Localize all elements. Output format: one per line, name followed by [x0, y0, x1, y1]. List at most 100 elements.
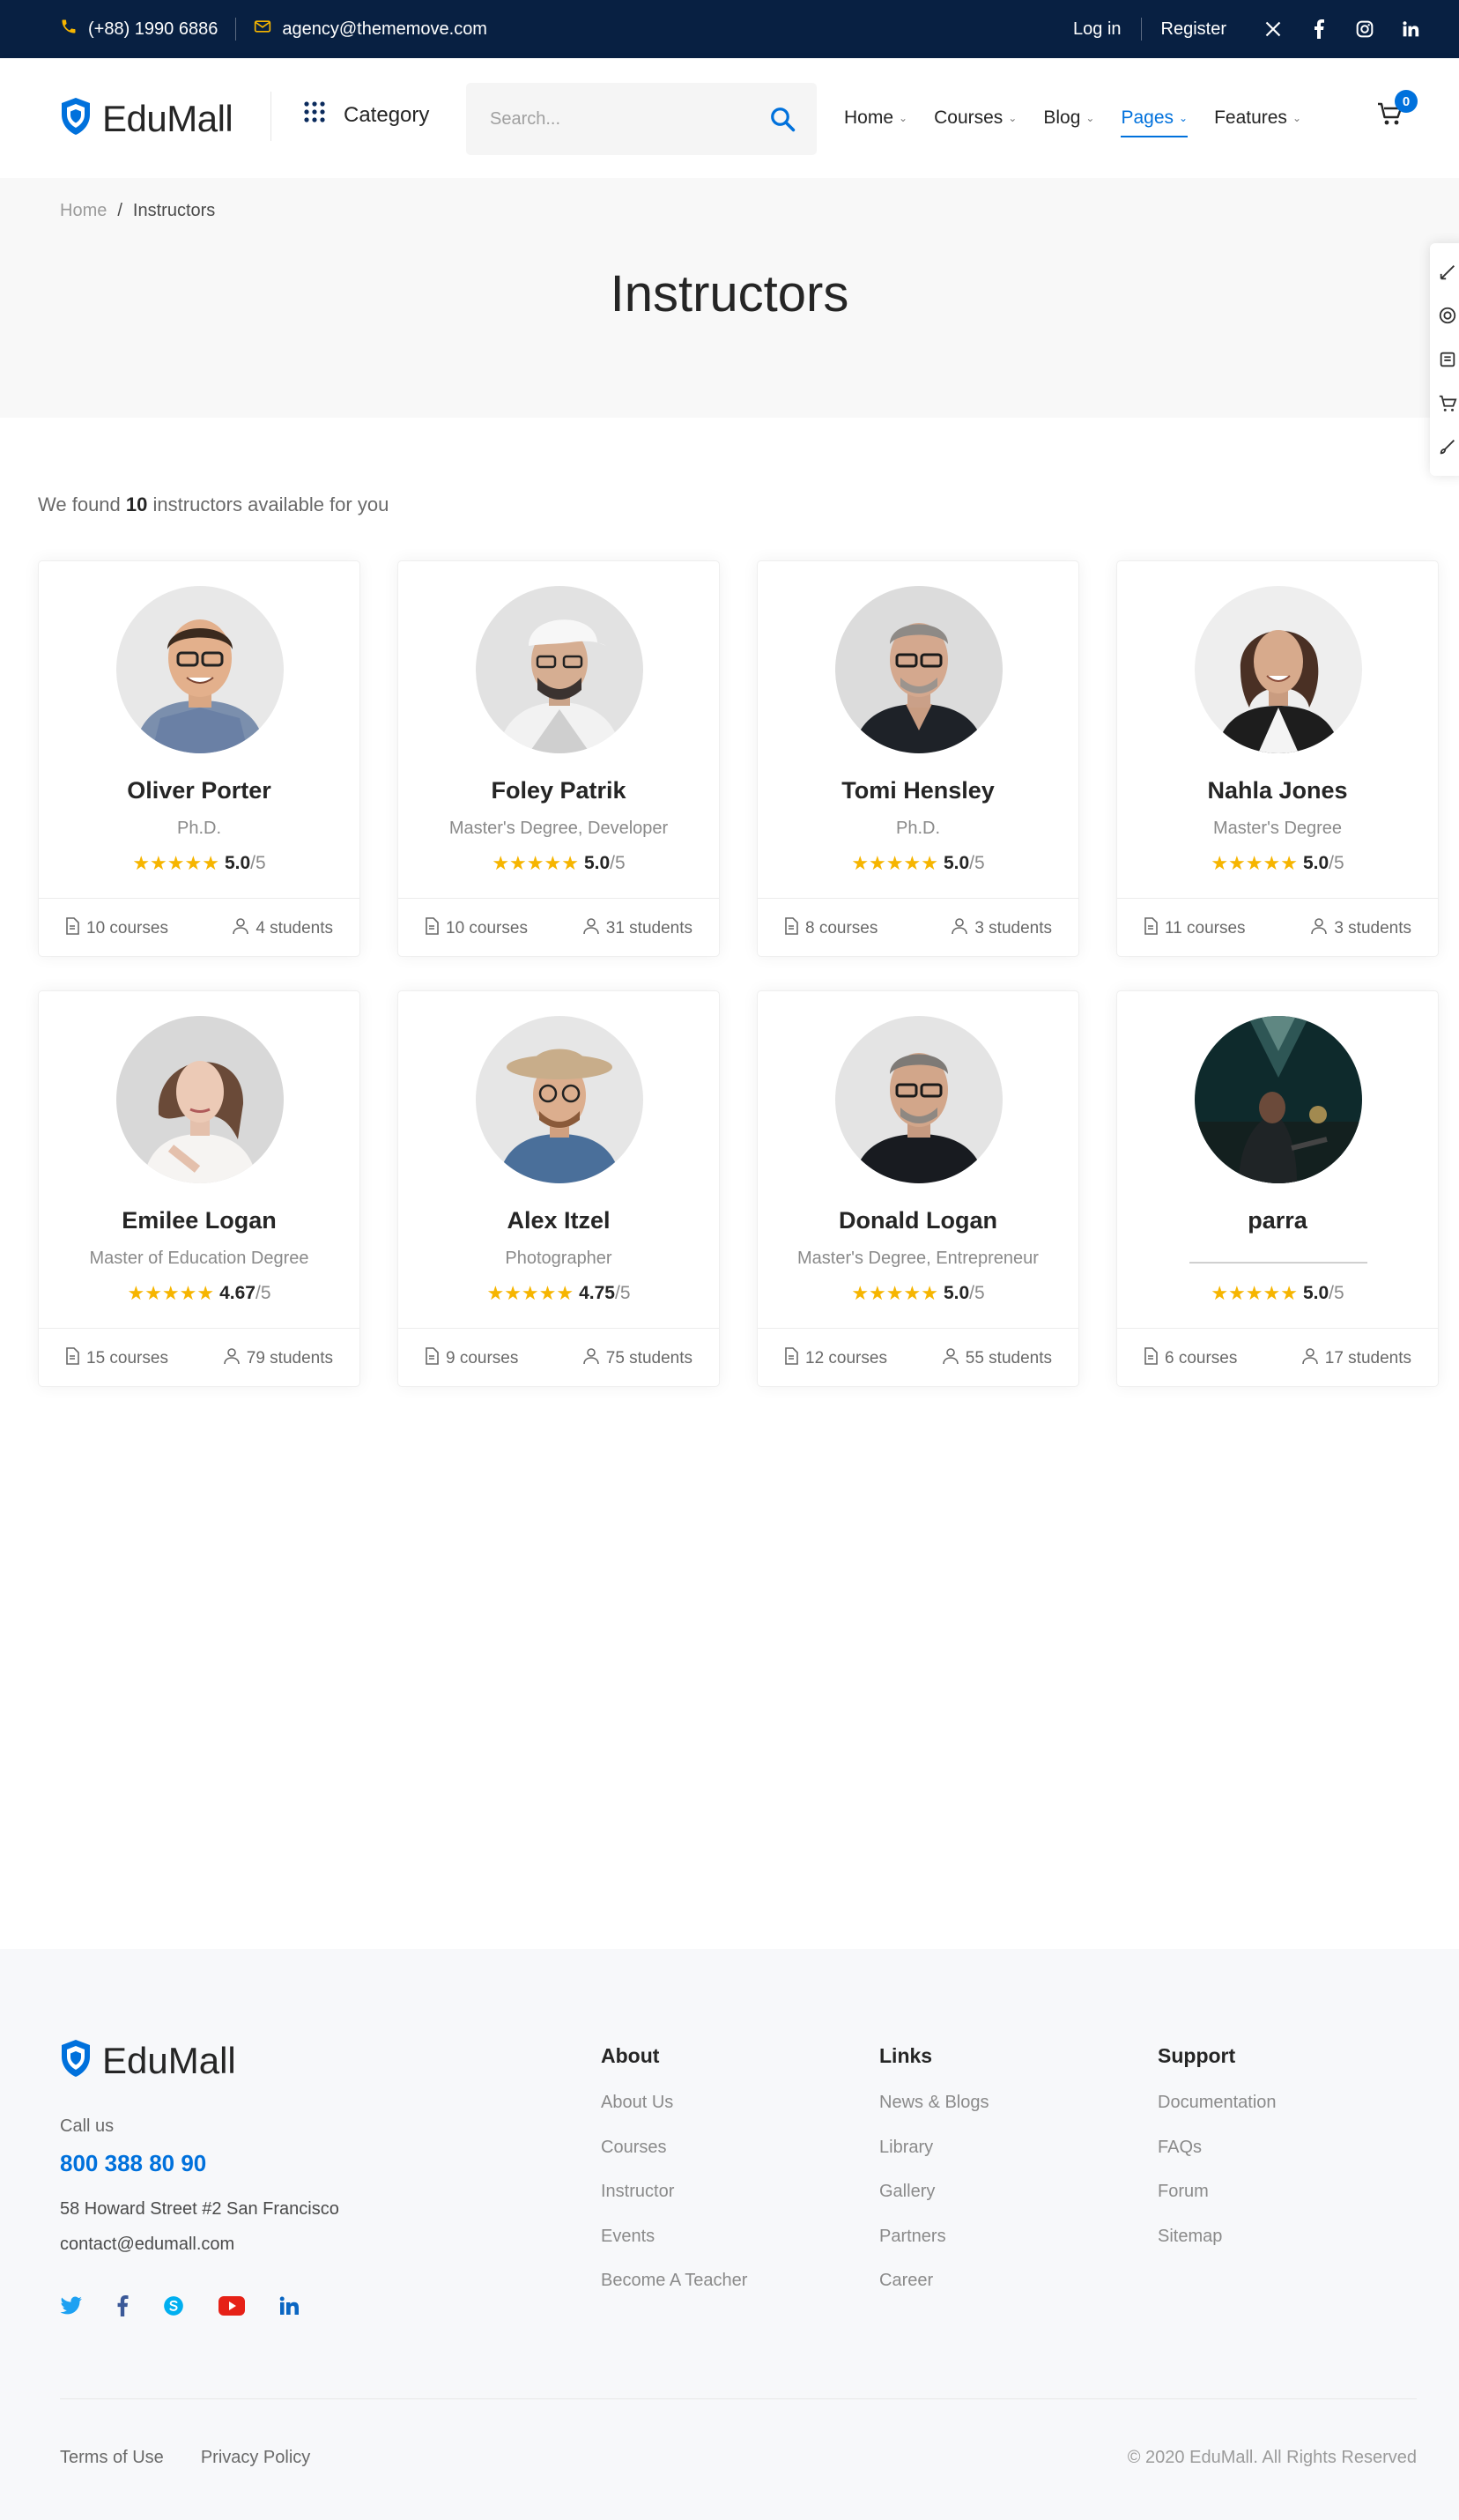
footer-link[interactable]: Gallery: [879, 2182, 989, 2227]
brand-logo[interactable]: EduMall: [60, 97, 233, 140]
avatar[interactable]: [476, 586, 643, 753]
nav-home[interactable]: Home ⌄: [844, 107, 907, 129]
instructor-card[interactable]: Oliver Porter Ph.D. ★★★★★ 5.0/5 10 cours…: [38, 560, 360, 957]
nav-features-label: Features: [1214, 107, 1287, 128]
footer-link[interactable]: Become A Teacher: [601, 2271, 747, 2316]
instructor-name[interactable]: Nahla Jones: [1117, 777, 1438, 804]
instructor-name[interactable]: Foley Patrik: [398, 777, 719, 804]
instructor-card[interactable]: Foley Patrik Master's Degree, Developer …: [397, 560, 720, 957]
instructor-card[interactable]: Alex Itzel Photographer ★★★★★ 4.75/5 9 c…: [397, 990, 720, 1387]
instructor-rating: ★★★★★ 4.75/5: [398, 1282, 719, 1305]
footer-brand-logo[interactable]: EduMall: [60, 2039, 236, 2082]
youtube-icon[interactable]: [218, 2296, 245, 2320]
footer-link[interactable]: FAQs: [1158, 2138, 1277, 2183]
user-icon: [223, 1347, 240, 1370]
star-rating-icon: ★★★★★: [851, 1282, 938, 1304]
avatar[interactable]: [1195, 586, 1362, 753]
document-icon[interactable]: [1438, 350, 1457, 369]
register-link[interactable]: Register: [1161, 19, 1226, 40]
instructor-name[interactable]: parra: [1117, 1207, 1438, 1234]
footer-link[interactable]: Career: [879, 2271, 989, 2316]
courses-count-text: 10 courses: [86, 918, 168, 938]
category-menu-button[interactable]: Category: [303, 100, 429, 130]
grid-icon: [303, 100, 326, 130]
students-count-text: 55 students: [965, 1348, 1052, 1367]
courses-count-text: 9 courses: [446, 1348, 519, 1367]
instructor-card[interactable]: parra ★★★★★ 5.0/5 6 courses 17 students: [1116, 990, 1439, 1387]
login-link[interactable]: Log in: [1073, 19, 1122, 40]
footer-link[interactable]: Instructor: [601, 2182, 747, 2227]
footer-link[interactable]: Courses: [601, 2138, 747, 2183]
linkedin-icon[interactable]: [1401, 19, 1420, 39]
instructor-card[interactable]: Nahla Jones Master's Degree ★★★★★ 5.0/5 …: [1116, 560, 1439, 957]
nav-features[interactable]: Features ⌄: [1214, 107, 1301, 129]
facebook-icon[interactable]: [1309, 19, 1329, 39]
avatar[interactable]: [835, 586, 1003, 753]
star-rating-icon: ★★★★★: [132, 852, 219, 874]
phone-contact[interactable]: (+88) 1990 6886: [60, 18, 218, 41]
courses-count: 15 courses: [65, 1346, 168, 1370]
breadcrumb-home[interactable]: Home: [60, 201, 107, 220]
user-icon: [952, 917, 968, 940]
instructor-name[interactable]: Emilee Logan: [39, 1207, 359, 1234]
cart-button[interactable]: 0: [1377, 90, 1418, 129]
footer-email[interactable]: contact@edumall.com: [60, 2235, 234, 2255]
brand-name: EduMall: [102, 97, 233, 139]
avatar[interactable]: [1195, 1016, 1362, 1183]
avatar[interactable]: [116, 1016, 284, 1183]
twitter-icon[interactable]: [60, 2296, 83, 2320]
nav-pages[interactable]: Pages ⌄: [1121, 107, 1188, 137]
cart-icon[interactable]: [1438, 394, 1457, 413]
footer-links-column: Links News & Blogs Library Gallery Partn…: [879, 2044, 989, 2316]
students-count: 55 students: [942, 1347, 1052, 1370]
instructor-name[interactable]: Tomi Hensley: [758, 777, 1078, 804]
privacy-link[interactable]: Privacy Policy: [201, 2448, 310, 2468]
facebook-icon[interactable]: [116, 2295, 129, 2321]
students-count-text: 4 students: [256, 918, 333, 938]
terms-link[interactable]: Terms of Use: [60, 2448, 164, 2468]
brush-icon[interactable]: [1438, 437, 1457, 456]
nav-courses[interactable]: Courses ⌄: [934, 107, 1017, 129]
linkedin-icon[interactable]: [278, 2295, 300, 2321]
instructor-name[interactable]: Oliver Porter: [39, 777, 359, 804]
instructor-card[interactable]: Donald Logan Master's Degree, Entreprene…: [757, 990, 1079, 1387]
email-contact[interactable]: agency@thememove.com: [254, 19, 487, 40]
students-count: 17 students: [1301, 1347, 1411, 1370]
avatar[interactable]: [835, 1016, 1003, 1183]
footer-link[interactable]: About Us: [601, 2093, 747, 2138]
nav-blog[interactable]: Blog ⌄: [1043, 107, 1094, 129]
avatar[interactable]: [116, 586, 284, 753]
instructor-degree: Master's Degree: [1212, 819, 1343, 838]
file-icon: [425, 1346, 439, 1370]
courses-count-text: 8 courses: [805, 918, 878, 938]
results-count-text: We found 10 instructors available for yo…: [38, 493, 389, 516]
instructor-rating: ★★★★★ 5.0/5: [398, 852, 719, 875]
footer-social-links: [60, 2294, 300, 2322]
shield-logo-icon: [60, 97, 92, 140]
avatar[interactable]: [476, 1016, 643, 1183]
instructor-card[interactable]: Emilee Logan Master of Education Degree …: [38, 990, 360, 1387]
x-icon[interactable]: [1263, 19, 1283, 39]
instagram-icon[interactable]: [1355, 19, 1374, 39]
pen-ruler-icon[interactable]: [1438, 263, 1457, 282]
user-icon: [1301, 1347, 1318, 1370]
footer-link[interactable]: Library: [879, 2138, 989, 2183]
footer-phone[interactable]: 800 388 80 90: [60, 2150, 206, 2177]
footer-link[interactable]: Documentation: [1158, 2093, 1277, 2138]
search-icon[interactable]: [769, 106, 796, 137]
email-address: agency@thememove.com: [282, 19, 487, 39]
instructor-card[interactable]: Tomi Hensley Ph.D. ★★★★★ 5.0/5 8 courses…: [757, 560, 1079, 957]
footer-link[interactable]: News & Blogs: [879, 2093, 989, 2138]
file-icon: [784, 916, 798, 940]
divider: [270, 92, 271, 141]
skype-icon[interactable]: [162, 2294, 185, 2322]
footer-link[interactable]: Events: [601, 2227, 747, 2272]
instructor-name[interactable]: Donald Logan: [758, 1207, 1078, 1234]
search-input[interactable]: [466, 83, 757, 155]
footer-link[interactable]: Sitemap: [1158, 2227, 1277, 2272]
instructor-rating: ★★★★★ 5.0/5: [758, 1282, 1078, 1305]
instructor-name[interactable]: Alex Itzel: [398, 1207, 719, 1234]
footer-link[interactable]: Forum: [1158, 2182, 1277, 2227]
support-icon[interactable]: [1438, 306, 1457, 325]
footer-link[interactable]: Partners: [879, 2227, 989, 2272]
